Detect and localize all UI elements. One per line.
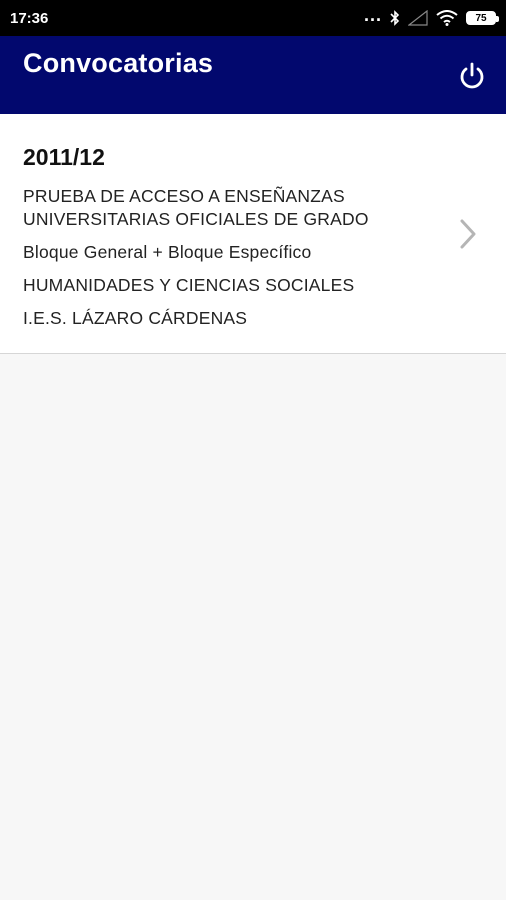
- chevron-right-icon[interactable]: [458, 218, 478, 250]
- status-icons: ... 75: [364, 6, 499, 26]
- signal-icon: [408, 10, 428, 26]
- convocatoria-title-line2: UNIVERSITARIAS OFICIALES DE GRADO: [23, 209, 369, 229]
- app-bar: Convocatorias: [0, 36, 506, 114]
- notification-dots: ...: [363, 5, 382, 25]
- convocatoria-centro: I.E.S. LÁZARO CÁRDENAS: [23, 308, 248, 328]
- power-button[interactable]: [456, 60, 488, 92]
- convocatoria-title-line1: PRUEBA DE ACCESO A ENSEÑANZAS: [23, 186, 345, 206]
- page-title: Convocatorias: [23, 48, 214, 78]
- status-bar: 17:36 ... 75: [0, 0, 506, 36]
- status-time: 17:36: [10, 9, 49, 27]
- power-icon: [460, 62, 484, 89]
- wifi-icon: [436, 10, 458, 26]
- battery-level: 75: [475, 12, 487, 24]
- convocatoria-rama: HUMANIDADES Y CIENCIAS SOCIALES: [23, 275, 355, 295]
- battery-icon: 75: [466, 11, 499, 25]
- bluetooth-icon: [390, 10, 400, 26]
- convocatoria-year: 2011/12: [23, 144, 105, 170]
- convocatoria-bloques: Bloque General + Bloque Específico: [23, 242, 312, 262]
